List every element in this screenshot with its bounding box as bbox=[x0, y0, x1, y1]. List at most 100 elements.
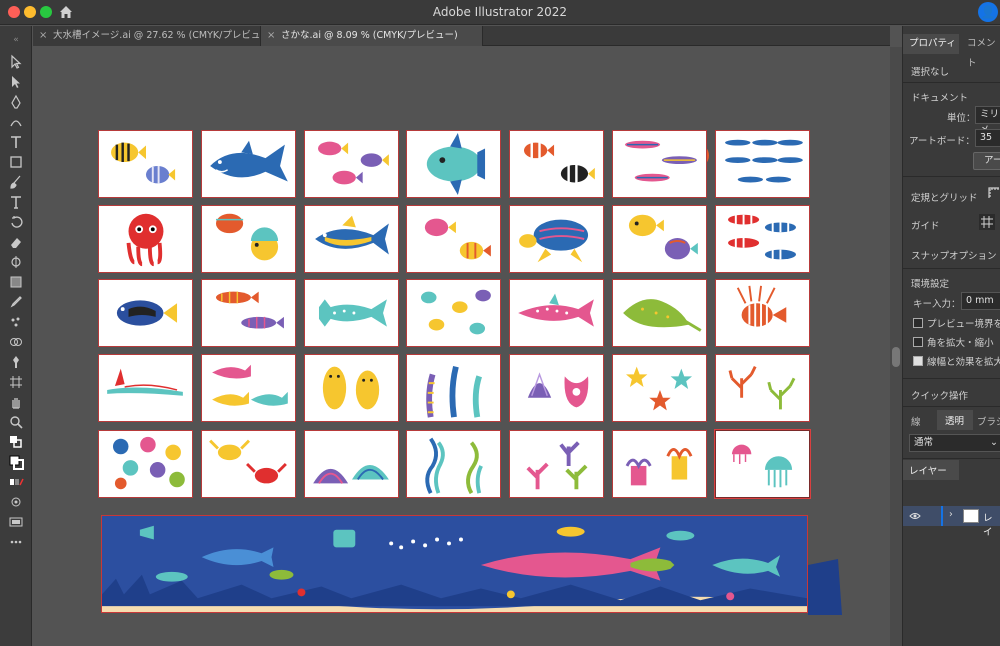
eraser-tool-icon[interactable] bbox=[8, 234, 24, 250]
artboard-sardines[interactable] bbox=[612, 130, 707, 198]
artboard-starfish[interactable] bbox=[612, 354, 707, 422]
pen-tool-icon[interactable] bbox=[8, 94, 24, 110]
scrollbar-thumb[interactable] bbox=[892, 347, 900, 367]
tab-comments[interactable]: コメント bbox=[961, 34, 1000, 69]
blend-mode-select[interactable]: 通常 ⌄ bbox=[909, 434, 1000, 452]
tab-close-icon[interactable]: × bbox=[39, 26, 47, 46]
toolbar-collapse-icon[interactable]: « bbox=[8, 32, 24, 48]
more-tools-icon[interactable] bbox=[8, 534, 24, 550]
fill-color-icon[interactable] bbox=[8, 454, 24, 470]
chevron-right-icon[interactable]: › bbox=[949, 509, 953, 520]
chevron-down-icon: ⌄ bbox=[990, 437, 998, 448]
key-increment-value: 0 mm bbox=[966, 295, 994, 306]
artboard-ocean-panorama[interactable] bbox=[101, 515, 808, 613]
color-mode-icon[interactable] bbox=[8, 474, 24, 490]
tab-label: 大水槽イメージ.ai @ 27.62 % (CMYK/プレビュー) bbox=[53, 30, 274, 41]
artboard-small-reef-fish[interactable] bbox=[406, 279, 501, 347]
pin-tool-icon[interactable] bbox=[8, 354, 24, 370]
artboard-school-fish[interactable] bbox=[715, 130, 810, 198]
artboard-stingray[interactable] bbox=[612, 279, 707, 347]
user-account-icon[interactable]: 👤 bbox=[978, 2, 998, 22]
artboard-whale-shark[interactable] bbox=[509, 279, 604, 347]
layer-thumbnail bbox=[963, 509, 979, 523]
artboard-tuna[interactable] bbox=[304, 205, 399, 273]
artboard-sea-urchins[interactable] bbox=[98, 430, 193, 498]
artboard-sunfish[interactable] bbox=[406, 130, 501, 198]
units-select[interactable]: ミリメ bbox=[975, 106, 1000, 136]
artboard-oarfish[interactable] bbox=[98, 354, 193, 422]
artboard-small-fish[interactable] bbox=[304, 130, 399, 198]
artboard-octopus[interactable] bbox=[98, 205, 193, 273]
hand-tool-icon[interactable] bbox=[8, 394, 24, 410]
edit-artboards-button[interactable]: アー bbox=[973, 152, 1000, 170]
tab-close-icon[interactable]: × bbox=[267, 26, 275, 46]
screen-mode-icon[interactable] bbox=[8, 514, 24, 530]
scale-strokes-checkbox[interactable] bbox=[913, 356, 923, 366]
eyedropper-tool-icon[interactable] bbox=[8, 294, 24, 310]
fill-stroke-swap-icon[interactable] bbox=[8, 434, 24, 450]
preview-bounds-checkbox[interactable] bbox=[913, 318, 923, 328]
key-increment-field[interactable]: 0 mm bbox=[961, 292, 1000, 310]
artboard-shark[interactable] bbox=[201, 130, 296, 198]
artboard-garden-eels[interactable] bbox=[406, 354, 501, 422]
artboard-label: アートボード： bbox=[909, 136, 975, 147]
artboard-dolphins[interactable] bbox=[201, 354, 296, 422]
artboard-pufferfish[interactable] bbox=[201, 205, 296, 273]
scale-corners-label: 角を拡大・縮小 bbox=[927, 338, 994, 349]
text-tool-icon[interactable] bbox=[8, 194, 24, 210]
shape-builder-tool-icon[interactable] bbox=[8, 334, 24, 350]
tab-document-2-active[interactable]: × さかな.ai @ 8.09 % (CMYK/プレビュー) bbox=[261, 26, 483, 46]
tab-layers[interactable]: レイヤー bbox=[903, 460, 959, 480]
curvature-tool-icon[interactable] bbox=[8, 114, 24, 130]
tab-brushes[interactable]: ブラシ bbox=[977, 414, 1000, 428]
artboard-branch-coral[interactable] bbox=[509, 430, 604, 498]
tab-transparency[interactable]: 透明 bbox=[937, 410, 973, 430]
rulers-grid-heading: 定規とグリッド bbox=[911, 193, 978, 204]
artboard-scallops[interactable] bbox=[304, 430, 399, 498]
artboard-seaweed[interactable] bbox=[406, 430, 501, 498]
guides-icon[interactable] bbox=[979, 214, 995, 230]
tab-document-1[interactable]: × 大水槽イメージ.ai @ 27.62 % (CMYK/プレビュー) bbox=[33, 26, 274, 46]
artboard-anemones[interactable] bbox=[612, 430, 707, 498]
artboard-lionfish[interactable] bbox=[715, 279, 810, 347]
tab-stroke[interactable]: 線 bbox=[911, 414, 921, 428]
document-canvas[interactable] bbox=[33, 47, 890, 646]
paintbrush-tool-icon[interactable] bbox=[8, 174, 24, 190]
width-tool-icon[interactable] bbox=[8, 254, 24, 270]
artboard-tool-icon[interactable] bbox=[8, 374, 24, 390]
selection-tool-icon[interactable] bbox=[8, 54, 24, 70]
artboard-jellyfish-selected[interactable] bbox=[714, 429, 811, 499]
artboard-coral[interactable] bbox=[715, 354, 810, 422]
artboard-hammerhead[interactable] bbox=[304, 279, 399, 347]
artboard-shells[interactable] bbox=[509, 354, 604, 422]
artboard-clownfish[interactable] bbox=[509, 130, 604, 198]
zoom-tool-icon[interactable] bbox=[8, 414, 24, 430]
artboard-value: 35 bbox=[980, 132, 993, 143]
rectangle-tool-icon[interactable] bbox=[8, 154, 24, 170]
artboard-blue-tang[interactable] bbox=[98, 279, 193, 347]
artboard-reef-fish[interactable] bbox=[406, 205, 501, 273]
artboard-striped-fish[interactable] bbox=[715, 205, 810, 273]
user-initial: 👤 bbox=[980, 5, 996, 19]
ruler-icon[interactable] bbox=[987, 186, 1000, 200]
artboard-crabs[interactable] bbox=[201, 430, 296, 498]
layer-name: レイ bbox=[983, 513, 993, 538]
artboard-butterflyfish[interactable] bbox=[98, 130, 193, 198]
type-tool-icon[interactable] bbox=[8, 134, 24, 150]
canvas-vertical-scrollbar[interactable] bbox=[890, 47, 902, 646]
direct-selection-tool-icon[interactable] bbox=[8, 74, 24, 90]
tab-properties[interactable]: プロパティ bbox=[903, 34, 959, 54]
artboard-colorful-fish[interactable] bbox=[201, 279, 296, 347]
artboard-number-field[interactable]: 35 bbox=[975, 129, 1000, 147]
rotate-tool-icon[interactable] bbox=[8, 214, 24, 230]
visibility-eye-icon[interactable] bbox=[909, 511, 921, 521]
draw-mode-icon[interactable] bbox=[8, 494, 24, 510]
symbol-sprayer-tool-icon[interactable] bbox=[8, 314, 24, 330]
artboard-seals[interactable] bbox=[304, 354, 399, 422]
divider bbox=[903, 406, 1000, 407]
artboard-angelfish[interactable] bbox=[612, 205, 707, 273]
scale-corners-checkbox[interactable] bbox=[913, 337, 923, 347]
artboard-turtle[interactable] bbox=[509, 205, 604, 273]
gradient-tool-icon[interactable] bbox=[8, 274, 24, 290]
layer-row[interactable]: › レイ bbox=[903, 506, 1000, 538]
